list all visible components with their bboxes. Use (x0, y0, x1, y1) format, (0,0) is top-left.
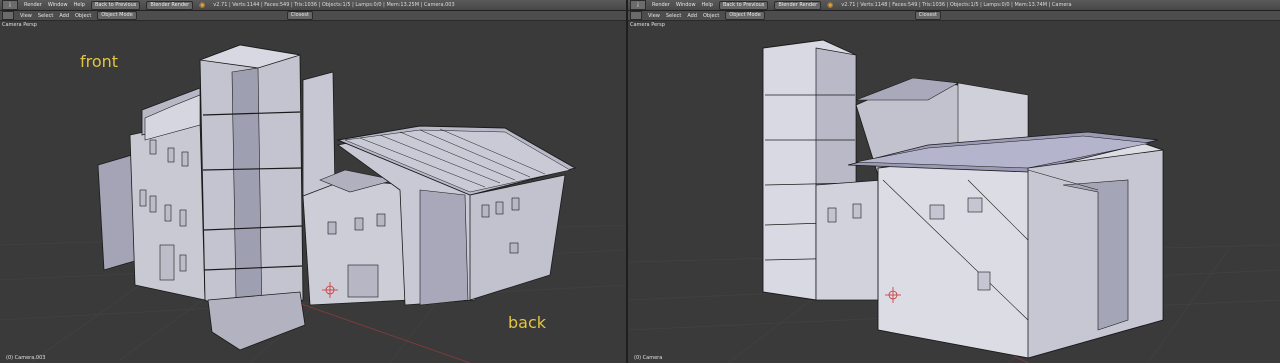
right-3d-viewport[interactable]: i Render Window Help Back to Previous Bl… (628, 0, 1280, 363)
left-3d-viewport[interactable]: i Render Window Help Back to Previous Bl… (0, 0, 626, 363)
active-object-label: (0) Camera.003 (6, 355, 46, 361)
scene-render-right (628, 39, 1280, 363)
annotation-back: back (508, 313, 547, 332)
annotation-front: front (80, 52, 119, 71)
active-object-label: (0) Camera (634, 355, 663, 361)
